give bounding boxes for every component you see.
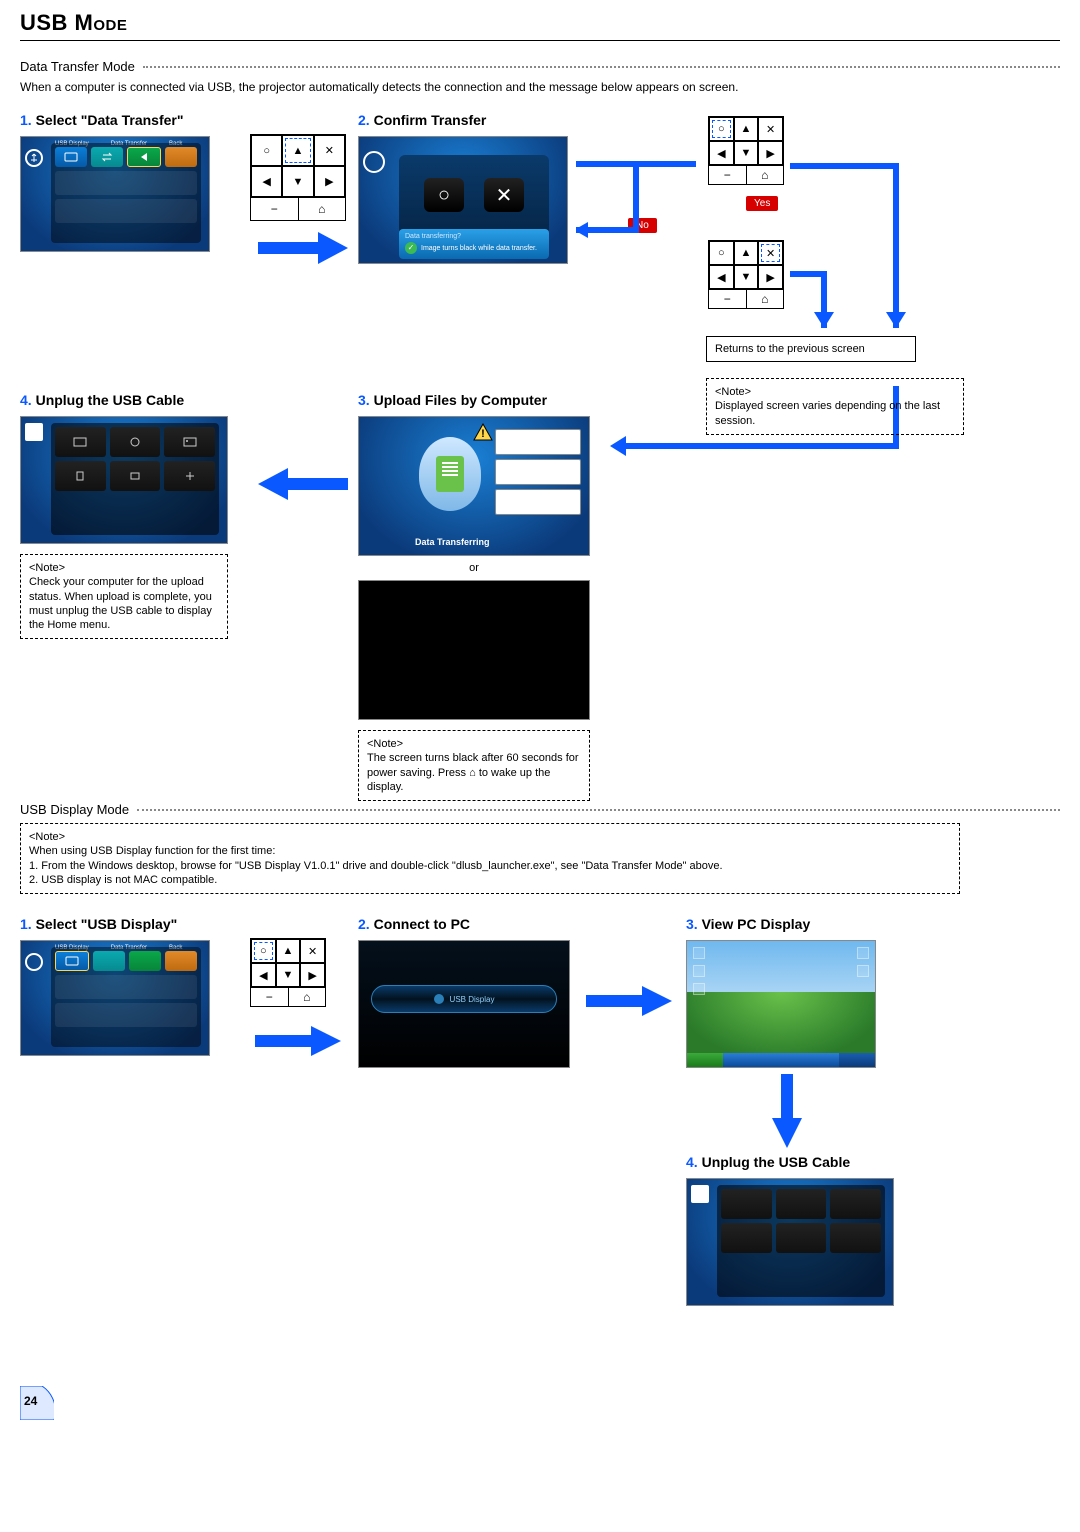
step-3-title: 3. Upload Files by Computer bbox=[358, 392, 590, 408]
screenshot-pc-desktop bbox=[686, 940, 876, 1068]
home-icon: ⌂ bbox=[469, 767, 476, 779]
confirm-ok-icon: ○ bbox=[424, 178, 464, 212]
screenshot-select-usb-display: USB DisplayData TransferBack bbox=[20, 940, 210, 1056]
screenshot-confirm-transfer: ○ ✕ Data transferring?✓Image turns black… bbox=[358, 136, 568, 264]
section-label: Data Transfer Mode bbox=[20, 59, 135, 74]
step-2-title: 2. Confirm Transfer bbox=[358, 112, 568, 128]
remote-control-pad: ○▲✕ ◀▼▶ − ⌂ bbox=[250, 134, 346, 221]
btn-back bbox=[127, 147, 161, 167]
page-number: 24 bbox=[20, 1386, 54, 1420]
btn-extra bbox=[165, 951, 197, 971]
btn-extra bbox=[165, 147, 197, 167]
divider-dots bbox=[137, 809, 1060, 811]
btn-usb-display bbox=[55, 147, 87, 167]
usb-icon bbox=[363, 151, 385, 173]
remote-ok-highlighted: ○ bbox=[251, 939, 276, 963]
note-session: <Note> Displayed screen varies depending… bbox=[706, 378, 964, 435]
ud-step2-title: 2. Connect to PC bbox=[358, 916, 570, 932]
btn-back bbox=[129, 951, 161, 971]
usb-icon bbox=[25, 149, 43, 167]
intro-text: When a computer is connected via USB, th… bbox=[20, 80, 1060, 94]
btn-data-transfer bbox=[93, 951, 125, 971]
step-1-title: 1. Select "Data Transfer" bbox=[20, 112, 210, 128]
arrow-left-icon bbox=[258, 468, 348, 500]
screenshot-upload-files: ! Data Transferring bbox=[358, 416, 590, 556]
screenshot-black-screen bbox=[358, 580, 590, 720]
remote-control-pad: ○▲✕ ◀▼▶ −⌂ bbox=[250, 938, 326, 1007]
arrow-down-icon bbox=[772, 1074, 802, 1148]
confirm-cancel-icon: ✕ bbox=[484, 178, 524, 212]
section-label: USB Display Mode bbox=[20, 802, 129, 817]
remote-up-highlighted: ▲ bbox=[282, 135, 313, 166]
divider-dots bbox=[143, 66, 1060, 68]
screenshot-home-menu bbox=[686, 1178, 894, 1306]
screenshot-select-data-transfer: USB DisplayData TransferBack bbox=[20, 136, 210, 252]
home-icon bbox=[691, 1185, 709, 1203]
btn-usb-display bbox=[55, 951, 89, 971]
note-upload: <Note> Check your computer for the uploa… bbox=[20, 554, 228, 639]
home-icon bbox=[25, 423, 43, 441]
warning-icon: ! bbox=[473, 423, 493, 441]
section-data-transfer: Data Transfer Mode bbox=[20, 59, 1060, 74]
screenshot-home-menu bbox=[20, 416, 228, 544]
section-usb-display: USB Display Mode bbox=[20, 802, 1060, 817]
page-title: USB Mode bbox=[20, 10, 1060, 41]
screenshot-connect-pc: USB Display bbox=[358, 940, 570, 1068]
note-black-screen: <Note> The screen turns black after 60 s… bbox=[358, 730, 590, 801]
or-label: or bbox=[358, 562, 590, 574]
btn-data-transfer bbox=[91, 147, 123, 167]
ud-step1-title: 1. Select "USB Display" bbox=[20, 916, 210, 932]
arrow-right-icon bbox=[255, 1026, 341, 1056]
arrow-right-icon bbox=[586, 986, 672, 1016]
document-icon bbox=[436, 456, 464, 492]
svg-text:!: ! bbox=[481, 428, 485, 440]
usb-icon bbox=[25, 953, 43, 971]
check-icon: ✓ bbox=[405, 242, 417, 254]
note-usb-display-first-time: <Note> When using USB Display function f… bbox=[20, 823, 960, 894]
ud-step3-title: 3. View PC Display bbox=[686, 916, 876, 932]
return-note: Returns to the previous screen bbox=[706, 336, 916, 362]
step-4-title: 4. Unplug the USB Cable bbox=[20, 392, 228, 408]
ud-step4-title: 4. Unplug the USB Cable bbox=[686, 1154, 894, 1170]
arrow-right-icon bbox=[258, 232, 348, 264]
